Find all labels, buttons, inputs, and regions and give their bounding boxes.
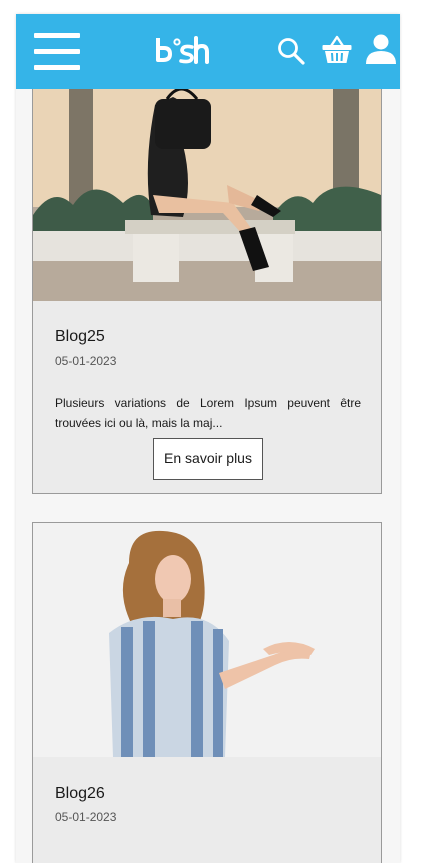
blog-title[interactable]: Blog26	[55, 785, 105, 803]
blog-date: 05-01-2023	[55, 354, 117, 368]
read-more-button[interactable]: En savoir plus	[153, 438, 263, 480]
user-icon[interactable]	[365, 33, 397, 65]
blog-card[interactable]: Blog26 05-01-2023	[32, 522, 382, 863]
blog-card[interactable]: Blog25 05-01-2023 Plusieurs variations d…	[32, 34, 382, 494]
page-viewport: Blog25 05-01-2023 Plusieurs variations d…	[16, 14, 400, 863]
blog-image[interactable]	[33, 523, 381, 757]
menu-icon[interactable]	[34, 33, 80, 70]
brand-logo[interactable]	[150, 32, 214, 68]
search-icon[interactable]	[277, 37, 305, 65]
blog-title[interactable]: Blog25	[55, 328, 105, 346]
blog-date: 05-01-2023	[55, 810, 117, 824]
top-header	[16, 14, 400, 89]
blog-excerpt: Plusieurs variations de Lorem Ipsum peuv…	[55, 396, 361, 430]
basket-icon[interactable]	[321, 33, 353, 65]
